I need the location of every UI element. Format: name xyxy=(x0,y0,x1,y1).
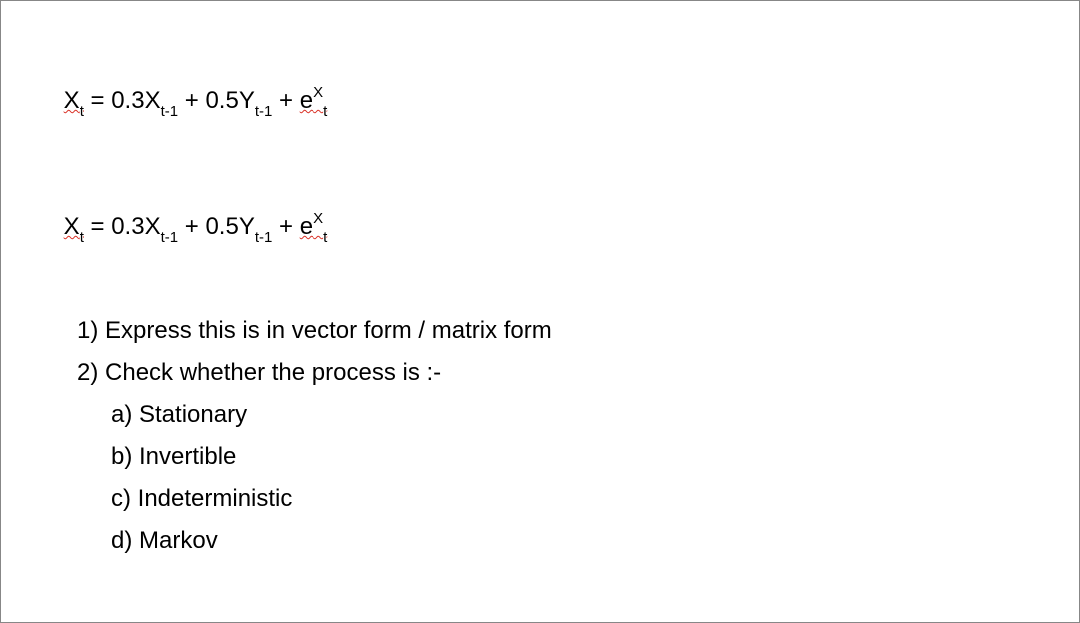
eq2-x-var: Xt xyxy=(64,213,84,240)
option-c: c) Indeterministic xyxy=(77,478,1079,520)
eq1-sub-1: t-1 xyxy=(161,103,179,120)
question-2: 2) Check whether the process is :- xyxy=(77,352,1079,394)
eq2-text-2: + 0.5Y xyxy=(178,213,255,240)
eq2-sub-1: t-1 xyxy=(161,229,179,246)
option-a: a) Stationary xyxy=(77,394,1079,436)
eq2-text-3: + xyxy=(272,213,299,240)
option-b: b) Invertible xyxy=(77,436,1079,478)
document-page: Xt = 0.3Xt-1 + 0.5Yt-1 + eXt Xt = 0.3Xt-… xyxy=(0,0,1080,623)
question-1: 1) Express this is in vector form / matr… xyxy=(77,310,1079,352)
eq1-x-var: Xt xyxy=(64,87,84,114)
questions-block: 1) Express this is in vector form / matr… xyxy=(77,310,1079,562)
eq2-sub-2: t-1 xyxy=(255,229,273,246)
eq1-text-3: + xyxy=(272,87,299,114)
eq2-e-term: eXt xyxy=(300,213,328,240)
equation-1: Xt = 0.3Xt-1 + 0.5Yt-1 + eXt xyxy=(37,57,1079,147)
eq1-sub-2: t-1 xyxy=(255,103,273,120)
eq1-e-term: eXt xyxy=(300,87,328,114)
option-d: d) Markov xyxy=(77,520,1079,562)
eq1-text-1: = 0.3X xyxy=(84,87,161,114)
equation-2: Xt = 0.3Xt-1 + 0.5Yt-1 + eXt xyxy=(37,183,1079,273)
eq1-text-2: + 0.5Y xyxy=(178,87,255,114)
eq2-text-1: = 0.3X xyxy=(84,213,161,240)
